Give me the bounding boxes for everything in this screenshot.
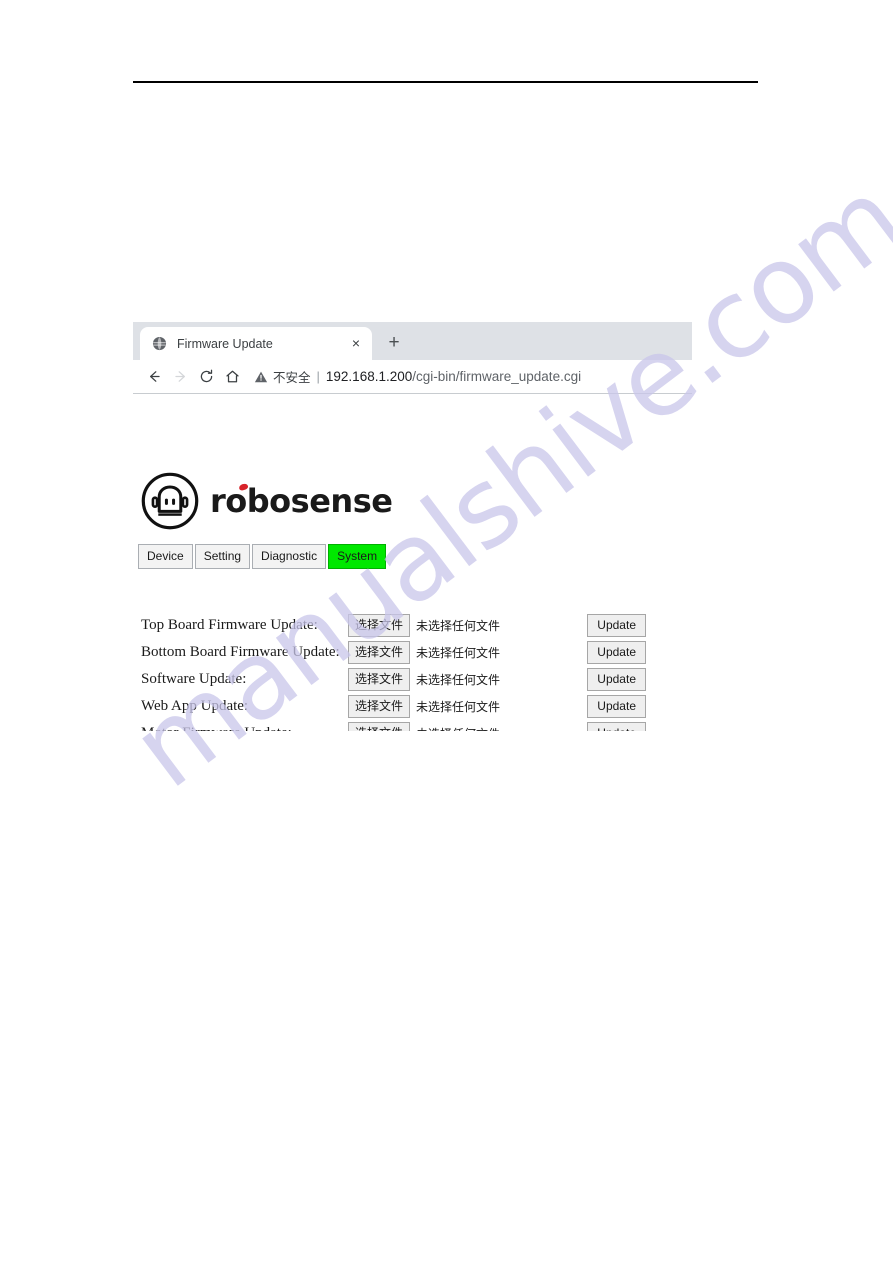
address-bar[interactable]: 不安全 | 192.168.1.200 /cgi-bin/firmware_up… — [254, 363, 686, 390]
page-header-rule — [133, 81, 758, 83]
globe-icon — [152, 336, 167, 351]
close-icon[interactable]: × — [348, 335, 364, 352]
row-label: Top Board Firmware Update: — [141, 617, 318, 633]
file-status-label: 未选择任何文件 — [416, 619, 501, 633]
url-path: /cgi-bin/firmware_update.cgi — [412, 369, 582, 384]
choose-file-button[interactable]: 选择文件 — [348, 668, 411, 691]
file-status-label: 未选择任何文件 — [416, 673, 501, 687]
form-row-top-board: Top Board Firmware Update: 选择文件 未选择任何文件 … — [141, 612, 671, 639]
update-button-web-app[interactable]: Update — [587, 695, 646, 718]
warning-triangle-icon — [254, 370, 268, 384]
page-nav-tabs: Device Setting Diagnostic System — [138, 544, 388, 569]
tab-setting[interactable]: Setting — [194, 544, 251, 569]
tab-diagnostic[interactable]: Diagnostic — [252, 544, 327, 569]
update-button-motor-firmware[interactable]: Update — [587, 722, 646, 731]
firmware-update-form: Top Board Firmware Update: 选择文件 未选择任何文件 … — [141, 612, 671, 731]
omnibox-separator: | — [316, 369, 320, 384]
file-input-web-app[interactable]: 选择文件 未选择任何文件 — [348, 695, 500, 718]
file-input-top-board[interactable]: 选择文件 未选择任何文件 — [348, 614, 500, 637]
reload-icon[interactable] — [193, 364, 219, 390]
row-label: Web App Update: — [141, 698, 249, 714]
file-status-label: 未选择任何文件 — [416, 725, 500, 731]
tab-device[interactable]: Device — [138, 544, 193, 569]
choose-file-button[interactable]: 选择文件 — [348, 614, 411, 637]
file-input-software[interactable]: 选择文件 未选择任何文件 — [348, 668, 500, 691]
choose-file-button[interactable]: 选择文件 — [348, 641, 411, 664]
browser-toolbar: 不安全 | 192.168.1.200 /cgi-bin/firmware_up… — [133, 360, 692, 394]
brand-name: robosense — [210, 482, 393, 520]
update-button-software[interactable]: Update — [587, 668, 646, 691]
file-input-motor-firmware[interactable]: 选择文件 未选择任何文件 — [348, 722, 500, 731]
document-page: Firmware Update × + 不安全 | 192.168.1.200 … — [0, 0, 893, 1263]
forward-arrow-icon[interactable] — [167, 364, 193, 390]
brand-wordmark: robosense — [210, 479, 393, 523]
browser-window-screenshot: Firmware Update × + 不安全 | 192.168.1.200 … — [133, 322, 692, 732]
security-status-label: 不安全 — [273, 370, 311, 385]
brand-logo: robosense — [140, 471, 393, 531]
row-label: Bottom Board Firmware Update: — [141, 644, 340, 660]
home-icon[interactable] — [219, 364, 245, 390]
browser-tab-strip: Firmware Update × + — [133, 322, 692, 360]
choose-file-button[interactable]: 选择文件 — [348, 722, 411, 731]
update-button-top-board[interactable]: Update — [587, 614, 646, 637]
update-button-bottom-board[interactable]: Update — [587, 641, 646, 664]
browser-tab-firmware-update[interactable]: Firmware Update × — [140, 327, 372, 360]
new-tab-button[interactable]: + — [383, 332, 405, 354]
form-row-software: Software Update: 选择文件 未选择任何文件 Update — [141, 666, 671, 693]
form-row-motor-firmware: Motor Firmware Update: 选择文件 未选择任何文件 Upda… — [141, 720, 671, 731]
file-status-label: 未选择任何文件 — [416, 700, 501, 714]
tab-system[interactable]: System — [328, 544, 387, 569]
row-label: Software Update: — [141, 671, 247, 687]
back-arrow-icon[interactable] — [141, 364, 167, 390]
page-viewport: robosense Device Setting Diagnostic Syst… — [133, 394, 692, 731]
form-row-web-app: Web App Update: 选择文件 未选择任何文件 Update — [141, 693, 671, 720]
row-label: Motor Firmware Update: — [141, 725, 348, 731]
choose-file-button[interactable]: 选择文件 — [348, 695, 411, 718]
file-input-bottom-board[interactable]: 选择文件 未选择任何文件 — [348, 641, 500, 664]
form-row-bottom-board: Bottom Board Firmware Update: 选择文件 未选择任何… — [141, 639, 671, 666]
file-status-label: 未选择任何文件 — [416, 646, 501, 660]
url-host: 192.168.1.200 — [325, 369, 413, 384]
browser-tab-title: Firmware Update — [177, 336, 273, 351]
robot-head-icon — [140, 471, 200, 531]
